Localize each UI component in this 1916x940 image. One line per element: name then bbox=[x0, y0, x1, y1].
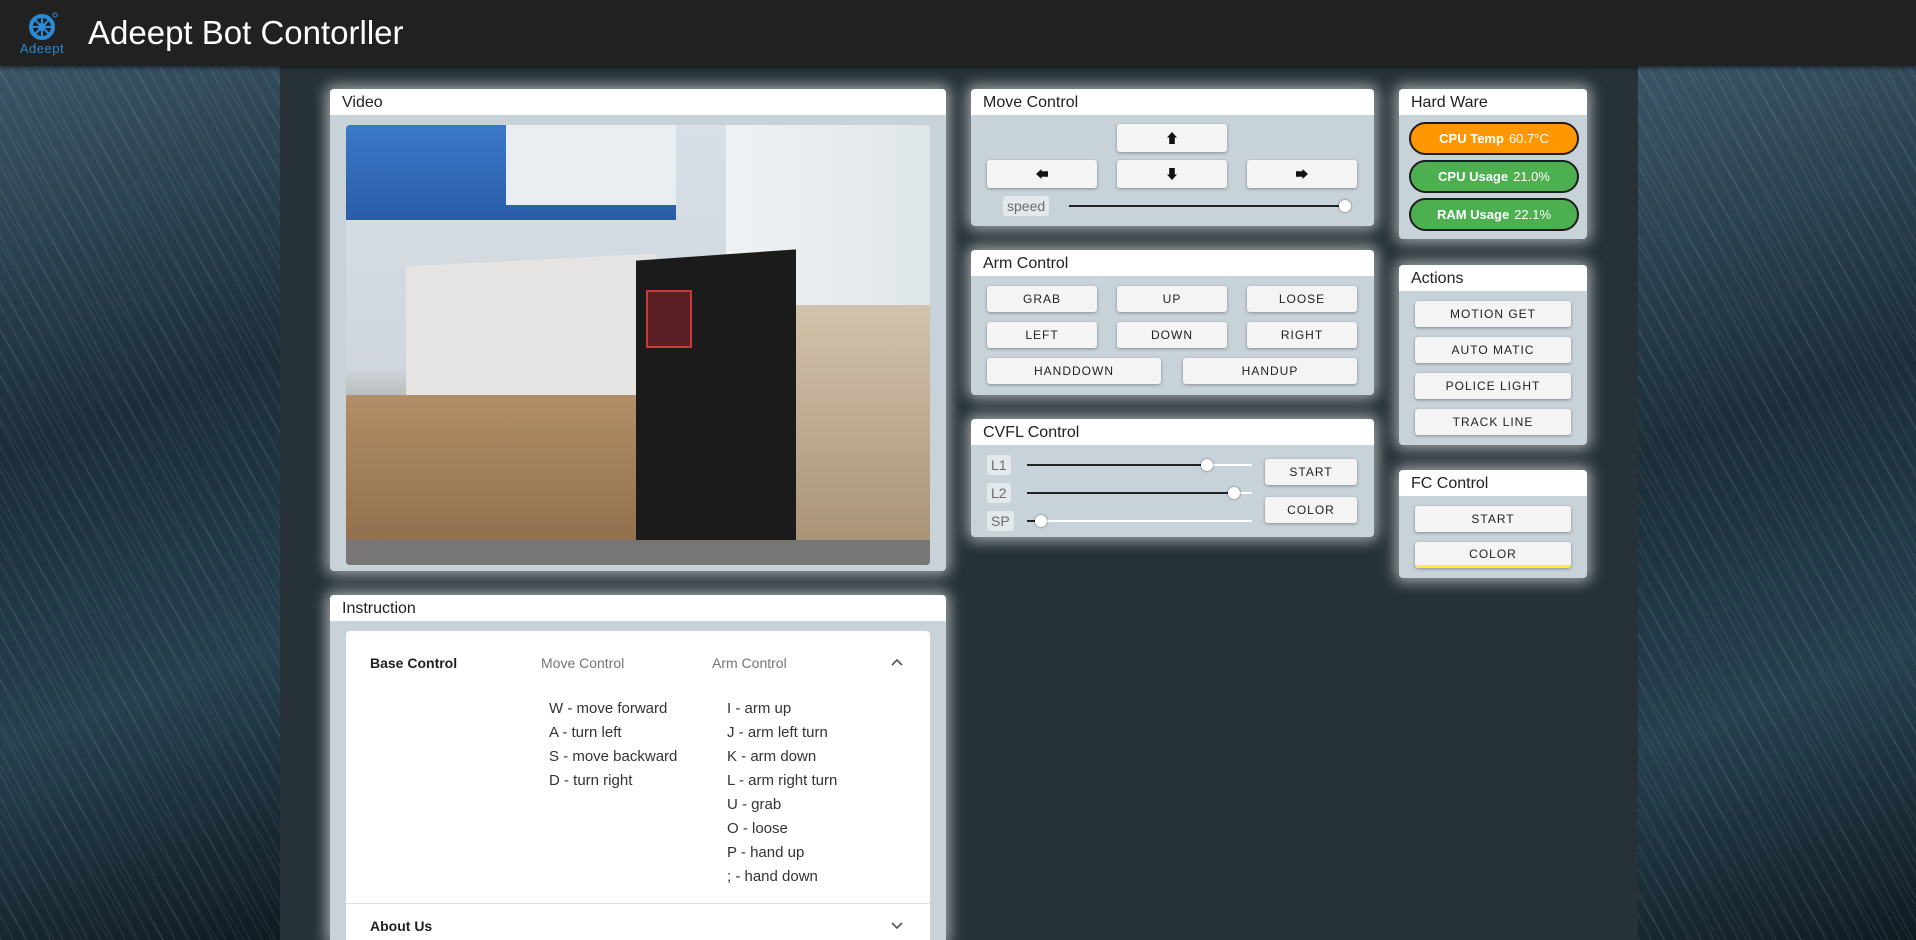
chevron-down-icon[interactable] bbox=[890, 918, 904, 932]
hardware-card: Hard Ware CPU Temp 60.7°C CPU Usage 21.0… bbox=[1399, 89, 1587, 239]
cvfl-control-card: CVFL Control L1 L2 SP START COLOR bbox=[971, 419, 1374, 537]
cvfl-control-title: CVFL Control bbox=[971, 419, 1374, 445]
video-card: Video bbox=[330, 89, 946, 571]
actions-title: Actions bbox=[1399, 265, 1587, 291]
fc-start-button[interactable]: START bbox=[1415, 506, 1571, 532]
fc-color-button[interactable]: COLOR bbox=[1415, 542, 1571, 568]
cvfl-start-button[interactable]: START bbox=[1265, 459, 1357, 485]
list-item: O - loose bbox=[727, 820, 788, 837]
l1-slider-thumb[interactable] bbox=[1201, 459, 1213, 471]
list-item: A - turn left bbox=[549, 724, 622, 741]
list-item: W - move forward bbox=[549, 700, 668, 717]
ram-usage-badge: RAM Usage 22.1% bbox=[1409, 198, 1579, 231]
video-stream bbox=[346, 125, 930, 565]
sp-slider-thumb[interactable] bbox=[1035, 515, 1047, 527]
adeept-wheel-icon bbox=[29, 12, 58, 40]
list-item: K - arm down bbox=[727, 748, 817, 765]
background-left bbox=[0, 66, 280, 940]
arrow-up-icon bbox=[1167, 132, 1177, 144]
tab-arm-control[interactable]: Arm Control bbox=[712, 655, 787, 671]
l2-slider-thumb[interactable] bbox=[1228, 487, 1240, 499]
arm-instruction-list: I - arm up J - arm left turn K - arm dow… bbox=[727, 697, 837, 889]
l2-label: L2 bbox=[987, 483, 1011, 503]
handup-button[interactable]: HANDUP bbox=[1183, 358, 1357, 384]
video-card-title: Video bbox=[330, 89, 946, 115]
logo-text: Adeept bbox=[19, 40, 65, 56]
about-us-label: About Us bbox=[370, 918, 433, 934]
ram-usage-label: RAM Usage bbox=[1436, 207, 1510, 222]
l1-slider-rest bbox=[1207, 464, 1252, 466]
speed-label: speed bbox=[1003, 196, 1050, 216]
background-right bbox=[1638, 66, 1916, 940]
sp-label: SP bbox=[987, 511, 1014, 531]
arm-left-button[interactable]: LEFT bbox=[987, 322, 1097, 348]
list-item: U - grab bbox=[727, 796, 782, 813]
arrow-right-icon bbox=[1296, 169, 1308, 179]
turn-right-button[interactable] bbox=[1247, 160, 1357, 188]
list-item: P - hand up bbox=[727, 844, 805, 861]
turn-left-button[interactable] bbox=[987, 160, 1097, 188]
list-item: S - move backward bbox=[549, 748, 678, 765]
logo: Adeept bbox=[12, 3, 72, 63]
list-item: ; - hand down bbox=[727, 868, 818, 885]
tab-move-control[interactable]: Move Control bbox=[541, 655, 624, 671]
actions-card: Actions MOTION GET AUTO MATIC POLICE LIG… bbox=[1399, 265, 1587, 445]
app-header: Adeept Adeept Bot Contorller bbox=[0, 0, 1916, 66]
arm-down-button[interactable]: DOWN bbox=[1117, 322, 1227, 348]
list-item: J - arm left turn bbox=[727, 724, 828, 741]
loose-button[interactable]: LOOSE bbox=[1247, 286, 1357, 312]
instruction-panel: Base Control Move Control Arm Control W … bbox=[346, 631, 930, 940]
track-line-button[interactable]: TRACK LINE bbox=[1415, 409, 1571, 435]
move-control-title: Move Control bbox=[971, 89, 1374, 115]
l1-label: L1 bbox=[987, 455, 1011, 475]
instruction-card: Instruction Base Control Move Control Ar… bbox=[330, 595, 946, 940]
move-backward-button[interactable] bbox=[1117, 160, 1227, 188]
cpu-usage-label: CPU Usage bbox=[1438, 169, 1509, 184]
hardware-title: Hard Ware bbox=[1399, 89, 1587, 115]
speed-slider-track bbox=[1069, 205, 1351, 207]
speed-slider[interactable] bbox=[1069, 200, 1351, 212]
list-item: L - arm right turn bbox=[727, 772, 838, 789]
motion-get-button[interactable]: MOTION GET bbox=[1415, 301, 1571, 327]
speed-slider-thumb[interactable] bbox=[1339, 200, 1351, 212]
l2-slider[interactable] bbox=[1027, 487, 1252, 499]
sp-slider-rest bbox=[1041, 520, 1252, 522]
l1-slider-track bbox=[1027, 464, 1207, 466]
fc-control-card: FC Control START COLOR bbox=[1399, 470, 1587, 578]
cpu-usage-badge: CPU Usage 21.0% bbox=[1409, 160, 1579, 193]
cvfl-color-button[interactable]: COLOR bbox=[1265, 497, 1357, 523]
fc-control-title: FC Control bbox=[1399, 470, 1587, 496]
cpu-temp-badge: CPU Temp 60.7°C bbox=[1409, 122, 1579, 155]
instruction-tabs: Base Control Move Control Arm Control bbox=[346, 631, 930, 693]
instruction-card-title: Instruction bbox=[330, 595, 946, 621]
about-us-row[interactable]: About Us bbox=[346, 903, 930, 940]
arrow-down-icon bbox=[1167, 168, 1177, 180]
arm-up-button[interactable]: UP bbox=[1117, 286, 1227, 312]
tab-base-control[interactable]: Base Control bbox=[370, 655, 457, 671]
auto-matic-button[interactable]: AUTO MATIC bbox=[1415, 337, 1571, 363]
app-title: Adeept Bot Contorller bbox=[88, 14, 404, 51]
l2-slider-track bbox=[1027, 492, 1234, 494]
cpu-temp-label: CPU Temp bbox=[1439, 131, 1504, 146]
handdown-button[interactable]: HANDDOWN bbox=[987, 358, 1161, 384]
move-control-card: Move Control speed bbox=[971, 89, 1374, 226]
l1-slider[interactable] bbox=[1027, 459, 1252, 471]
ram-usage-value: 22.1% bbox=[1514, 207, 1552, 222]
move-forward-button[interactable] bbox=[1117, 124, 1227, 152]
move-instruction-list: W - move forward A - turn left S - move … bbox=[549, 697, 677, 793]
list-item: D - turn right bbox=[549, 772, 633, 789]
police-light-button[interactable]: POLICE LIGHT bbox=[1415, 373, 1571, 399]
sp-slider[interactable] bbox=[1027, 515, 1252, 527]
arm-control-title: Arm Control bbox=[971, 250, 1374, 276]
cpu-temp-value: 60.7°C bbox=[1508, 131, 1549, 146]
grab-button[interactable]: GRAB bbox=[987, 286, 1097, 312]
arm-control-card: Arm Control GRAB UP LOOSE LEFT DOWN RIGH… bbox=[971, 250, 1374, 395]
arm-right-button[interactable]: RIGHT bbox=[1247, 322, 1357, 348]
arrow-left-icon bbox=[1036, 169, 1048, 179]
cpu-usage-value: 21.0% bbox=[1513, 169, 1550, 184]
chevron-up-icon[interactable] bbox=[890, 655, 904, 669]
list-item: I - arm up bbox=[727, 700, 792, 717]
